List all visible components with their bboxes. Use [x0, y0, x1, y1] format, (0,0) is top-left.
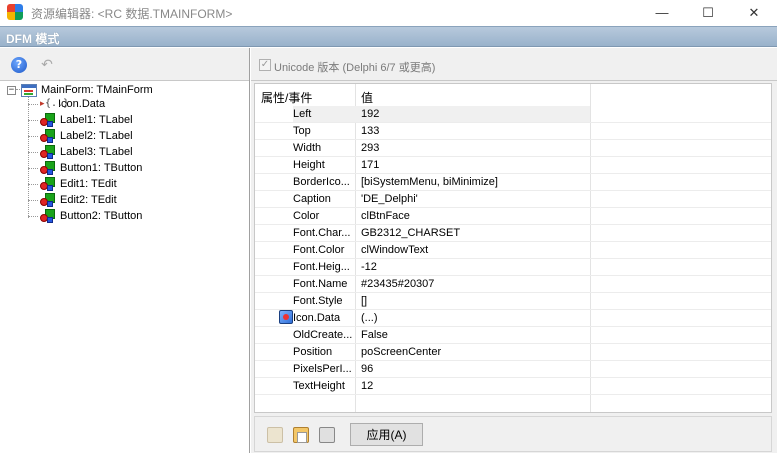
collapse-toggle[interactable]: −	[7, 86, 16, 95]
picture-icon	[279, 310, 293, 324]
maximize-button[interactable]: ☐	[685, 0, 731, 25]
component-icon	[40, 145, 56, 159]
open-file-icon[interactable]	[267, 427, 283, 443]
tree-item-edit2[interactable]: Edit2: TEdit	[40, 192, 117, 208]
header-value: 值	[361, 91, 374, 105]
property-row[interactable]: Font.Style []	[255, 293, 771, 310]
unicode-checkbox[interactable]: ✓	[259, 59, 271, 71]
unicode-bar: ✓ Unicode 版本 (Delphi 6/7 或更高)	[251, 48, 777, 81]
property-value[interactable]: 293	[355, 140, 590, 156]
tree-item-edit1[interactable]: Edit1: TEdit	[40, 176, 117, 192]
property-value[interactable]: clBtnFace	[355, 208, 590, 224]
property-row[interactable]: Font.Char... GB2312_CHARSET	[255, 225, 771, 242]
property-grid: 属性/事件 值 Left 192 Top 133 Width 293 Height 171 Bo…	[254, 83, 772, 413]
property-name: Top	[293, 125, 311, 137]
tree-item-icon-data[interactable]: ▸ {..} Icon.Data	[40, 96, 105, 112]
property-row[interactable]: TextHeight 12	[255, 378, 771, 395]
grid-header: 属性/事件 值	[255, 84, 771, 105]
property-name: BorderIco...	[293, 176, 350, 188]
title-bar: 资源编辑器: <RC 数据.TMAINFORM> — ☐ ✕	[0, 0, 777, 25]
export-icon[interactable]	[319, 427, 335, 443]
unicode-checkbox-label: Unicode 版本 (Delphi 6/7 或更高)	[274, 62, 436, 74]
property-name: PixelsPerI...	[293, 363, 352, 375]
form-icon	[21, 83, 37, 97]
property-name: Font.Char...	[293, 227, 351, 239]
component-icon	[40, 209, 56, 223]
mode-title: DFM 模式	[6, 32, 60, 46]
property-value[interactable]: []	[355, 293, 590, 309]
property-row[interactable]: Color clBtnFace	[255, 208, 771, 225]
property-value[interactable]: -12	[355, 259, 590, 275]
property-name: Icon.Data	[293, 312, 341, 324]
property-row[interactable]: Height 171	[255, 157, 771, 174]
property-value[interactable]: GB2312_CHARSET	[355, 225, 590, 241]
property-value[interactable]: [biSystemMenu, biMinimize]	[355, 174, 590, 190]
property-row[interactable]: Left 192	[255, 106, 771, 123]
property-name: Font.Heig...	[293, 261, 350, 273]
property-value[interactable]: clWindowText	[355, 242, 590, 258]
property-name: Width	[293, 142, 322, 154]
component-icon	[40, 129, 56, 143]
close-button[interactable]: ✕	[731, 0, 777, 25]
property-value[interactable]: 96	[355, 361, 590, 377]
header-property: 属性/事件	[261, 91, 313, 105]
apply-button[interactable]: 应用(A)	[350, 423, 423, 446]
undo-icon[interactable]: ↶	[38, 57, 56, 73]
property-value[interactable]: 171	[355, 157, 590, 173]
help-icon[interactable]: ?	[11, 57, 27, 73]
data-icon: ▸ {..}	[40, 98, 70, 109]
property-row[interactable]: Top 133	[255, 123, 771, 140]
paste-icon[interactable]	[293, 427, 309, 443]
component-icon	[40, 193, 56, 207]
property-name: Font.Name	[293, 278, 348, 290]
mode-header: DFM 模式	[0, 26, 777, 47]
property-value[interactable]: False	[355, 327, 590, 343]
property-value[interactable]: 12	[355, 378, 590, 394]
property-name: Font.Style	[293, 295, 343, 307]
component-icon	[40, 161, 56, 175]
property-row[interactable]: BorderIco... [biSystemMenu, biMinimize]	[255, 174, 771, 191]
property-row[interactable]: Font.Heig... -12	[255, 259, 771, 276]
property-row[interactable]: PixelsPerI... 96	[255, 361, 771, 378]
component-tree: MainForm: TMainForm ▸ {..} Icon.Data Labe…	[0, 82, 249, 452]
property-row[interactable]: Caption 'DE_Delphi'	[255, 191, 771, 208]
tree-item-label2[interactable]: Label2: TLabel	[40, 128, 133, 144]
property-name: Height	[293, 159, 325, 171]
tree-item-label3[interactable]: Label3: TLabel	[40, 144, 133, 160]
property-row[interactable]: Width 293	[255, 140, 771, 157]
window-title: 资源编辑器: <RC 数据.TMAINFORM>	[31, 7, 233, 21]
property-value[interactable]: 192	[355, 106, 590, 122]
property-value[interactable]: 'DE_Delphi'	[355, 191, 590, 207]
property-row[interactable]: Font.Color clWindowText	[255, 242, 771, 259]
property-row[interactable]: OldCreate... False	[255, 327, 771, 344]
component-icon	[40, 177, 56, 191]
property-value[interactable]: (...)	[355, 310, 590, 326]
component-icon	[40, 113, 56, 127]
property-name: Caption	[293, 193, 331, 205]
property-name: OldCreate...	[293, 329, 353, 341]
property-name: Color	[293, 210, 320, 222]
property-name: TextHeight	[293, 380, 345, 392]
component-tree-pane: ? ↶ MainForm: TMainForm ▸ {..} Icon.Data …	[0, 48, 250, 453]
property-pane: ✓ Unicode 版本 (Delphi 6/7 或更高) 属性/事件 值 Le…	[251, 48, 777, 453]
property-name: Font.Color	[293, 244, 345, 256]
tree-item-button1[interactable]: Button1: TButton	[40, 160, 142, 176]
property-value[interactable]: poScreenCenter	[355, 344, 590, 360]
tree-item-label1[interactable]: Label1: TLabel	[40, 112, 133, 128]
app-logo-icon	[7, 4, 23, 20]
property-value[interactable]: #23435#20307	[355, 276, 590, 292]
minimize-button[interactable]: —	[639, 0, 685, 25]
property-value[interactable]: 133	[355, 123, 590, 139]
action-bar: 应用(A)	[254, 416, 772, 452]
tree-toolbar: ? ↶	[0, 48, 249, 81]
tree-item-button2[interactable]: Button2: TButton	[40, 208, 142, 224]
property-row[interactable]: Icon.Data (...)	[255, 310, 771, 327]
property-row[interactable]: Position poScreenCenter	[255, 344, 771, 361]
property-row[interactable]: Font.Name #23435#20307	[255, 276, 771, 293]
property-name: Left	[293, 106, 355, 122]
property-name: Position	[293, 346, 333, 358]
